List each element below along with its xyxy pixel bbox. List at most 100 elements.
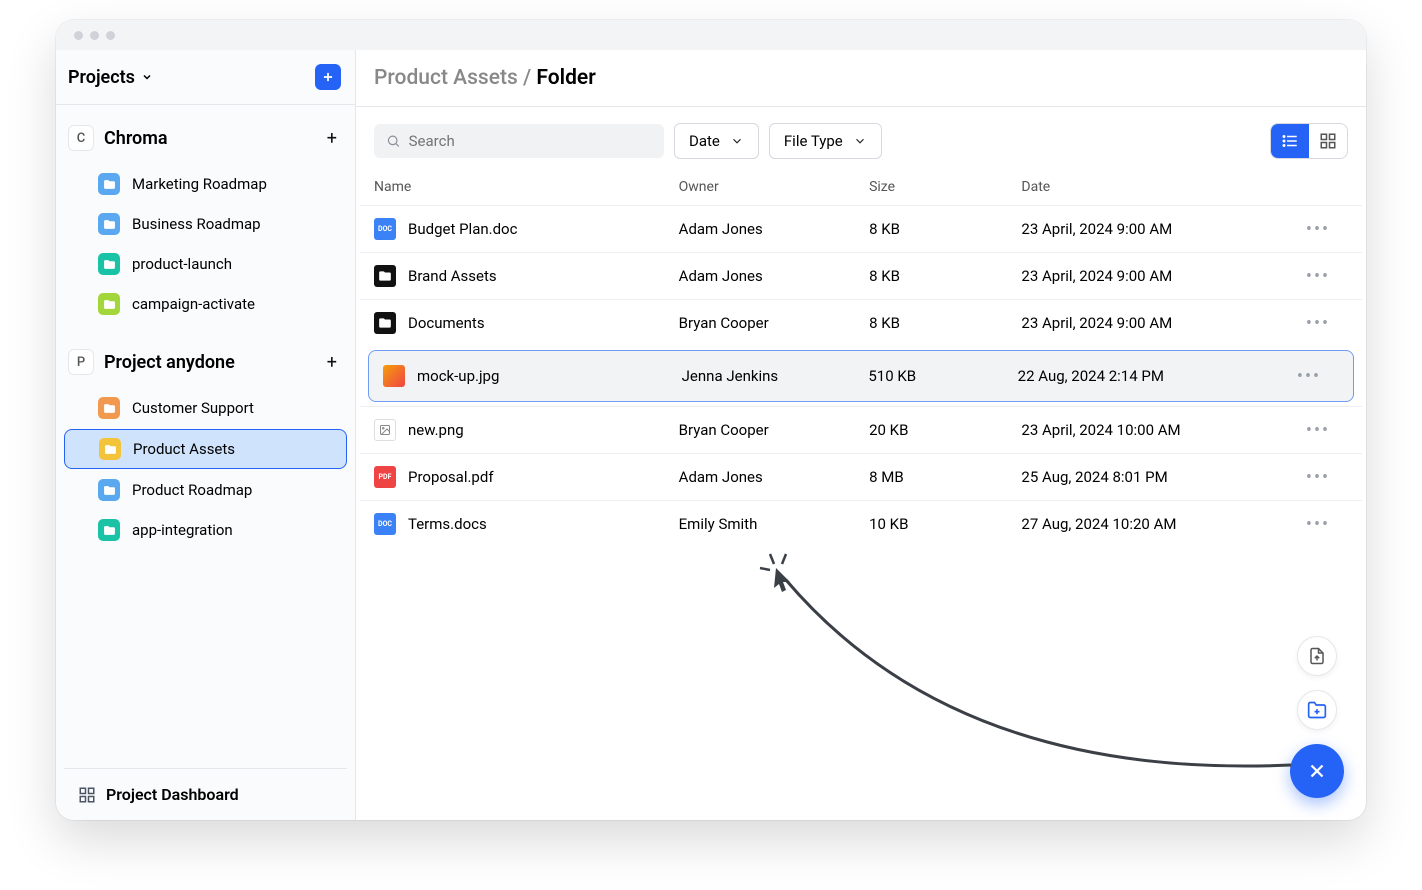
sidebar-item[interactable]: Product Roadmap [64, 471, 347, 509]
file-date: 23 April, 2024 9:00 AM [1021, 267, 1288, 285]
row-menu-button[interactable]: ••• [1288, 219, 1348, 240]
row-menu-button[interactable]: ••• [1279, 366, 1339, 387]
add-project-button[interactable] [315, 64, 341, 90]
folder-icon [99, 438, 121, 460]
sidebar-header: Projects [56, 50, 355, 105]
new-folder-button[interactable] [1297, 690, 1337, 730]
table-row[interactable]: DOC Terms.docs Emily Smith 10 KB 27 Aug,… [360, 500, 1362, 547]
project-badge: C [68, 125, 94, 151]
grid-icon [78, 786, 96, 804]
sidebar-item[interactable]: Product Assets [64, 429, 347, 469]
file-size: 510 KB [868, 367, 1017, 385]
file-size: 10 KB [869, 515, 1021, 533]
file-size: 8 MB [869, 468, 1021, 486]
file-date: 23 April, 2024 10:00 AM [1021, 421, 1288, 439]
row-menu-button[interactable]: ••• [1288, 266, 1348, 287]
toolbar: Date File Type [356, 107, 1366, 169]
sidebar-item-label: Customer Support [132, 399, 254, 417]
file-name: new.png [408, 421, 464, 439]
folder-icon [98, 519, 120, 541]
sidebar-footer-link[interactable]: Project Dashboard [64, 768, 347, 820]
file-name: Brand Assets [408, 267, 497, 285]
list-view-button[interactable] [1271, 124, 1309, 158]
grid-view-button[interactable] [1309, 124, 1347, 158]
project-add-button[interactable]: + [327, 352, 337, 373]
close-icon [1306, 760, 1328, 782]
fab-stack [1290, 636, 1344, 798]
row-menu-button[interactable]: ••• [1288, 420, 1348, 441]
date-filter[interactable]: Date [674, 123, 759, 159]
file-size: 8 KB [869, 314, 1021, 332]
folder-icon [98, 293, 120, 315]
file-size: 20 KB [869, 421, 1021, 439]
sidebar-item[interactable]: Customer Support [64, 389, 347, 427]
table-row[interactable]: PDF Proposal.pdf Adam Jones 8 MB 25 Aug,… [360, 453, 1362, 500]
table-row[interactable]: DOC Budget Plan.doc Adam Jones 8 KB 23 A… [360, 205, 1362, 252]
file-name: Proposal.pdf [408, 468, 494, 486]
search-input[interactable] [409, 132, 652, 150]
folder-plus-icon [1307, 700, 1327, 720]
file-date: 25 Aug, 2024 8:01 PM [1021, 468, 1288, 486]
sidebar-item[interactable]: Business Roadmap [64, 205, 347, 243]
folder-icon [98, 173, 120, 195]
file-icon [383, 365, 405, 387]
sidebar-item[interactable]: app-integration [64, 511, 347, 549]
sidebar-item[interactable]: campaign-activate [64, 285, 347, 323]
file-name: Documents [408, 314, 485, 332]
main-panel: Product Assets / Folder Date File Type [356, 50, 1366, 820]
search-input-wrap[interactable] [374, 124, 664, 158]
file-icon [374, 419, 396, 441]
table-row[interactable]: new.png Bryan Cooper 20 KB 23 April, 202… [360, 406, 1362, 453]
project-header[interactable]: P Project anydone + [56, 339, 355, 385]
project-name: Project anydone [104, 352, 235, 373]
table-row[interactable]: Brand Assets Adam Jones 8 KB 23 April, 2… [360, 252, 1362, 299]
folder-icon [98, 397, 120, 419]
file-size: 8 KB [869, 220, 1021, 238]
table-row[interactable]: Documents Bryan Cooper 8 KB 23 April, 20… [360, 299, 1362, 346]
search-icon [386, 133, 401, 149]
main-header: Product Assets / Folder [356, 50, 1366, 107]
sidebar-title-label: Projects [68, 67, 135, 88]
row-menu-button[interactable]: ••• [1288, 313, 1348, 334]
col-owner: Owner [679, 179, 869, 195]
sidebar-item[interactable]: Marketing Roadmap [64, 165, 347, 203]
file-owner: Adam Jones [679, 468, 869, 486]
sidebar-item-label: Product Assets [133, 440, 235, 458]
project-add-button[interactable]: + [327, 128, 337, 149]
upload-file-button[interactable] [1297, 636, 1337, 676]
sidebar: Projects C Chroma + Marketing Roadmap Bu… [56, 50, 356, 820]
sidebar-title-dropdown[interactable]: Projects [68, 67, 153, 88]
file-icon [374, 312, 396, 334]
file-owner: Bryan Cooper [679, 421, 869, 439]
plus-icon [321, 70, 335, 84]
list-icon [1281, 132, 1299, 150]
table-row[interactable]: mock-up.jpg Jenna Jenkins 510 KB 22 Aug,… [368, 350, 1354, 402]
project-header[interactable]: C Chroma + [56, 115, 355, 161]
project-name: Chroma [104, 128, 168, 149]
file-date: 22 Aug, 2024 2:14 PM [1018, 367, 1279, 385]
folder-icon [98, 253, 120, 275]
row-menu-button[interactable]: ••• [1288, 514, 1348, 535]
breadcrumb: Product Assets / Folder [374, 66, 596, 90]
file-icon: DOC [374, 218, 396, 240]
row-menu-button[interactable]: ••• [1288, 467, 1348, 488]
breadcrumb-parent[interactable]: Product Assets [374, 66, 518, 90]
sidebar-item[interactable]: product-launch [64, 245, 347, 283]
file-name: mock-up.jpg [417, 367, 499, 385]
fab-close-button[interactable] [1290, 744, 1344, 798]
sidebar-item-label: Product Roadmap [132, 481, 252, 499]
filetype-filter[interactable]: File Type [769, 123, 882, 159]
traffic-light-close[interactable] [74, 31, 83, 40]
traffic-light-zoom[interactable] [106, 31, 115, 40]
folder-icon [98, 213, 120, 235]
traffic-light-minimize[interactable] [90, 31, 99, 40]
sidebar-item-label: product-launch [132, 255, 232, 273]
col-date: Date [1021, 179, 1288, 195]
file-owner: Adam Jones [679, 267, 869, 285]
file-size: 8 KB [869, 267, 1021, 285]
breadcrumb-sep: / [518, 66, 537, 90]
table-header: Name Owner Size Date [356, 169, 1366, 205]
date-filter-label: Date [689, 132, 720, 150]
window-titlebar [56, 20, 1366, 50]
file-date: 23 April, 2024 9:00 AM [1021, 220, 1288, 238]
